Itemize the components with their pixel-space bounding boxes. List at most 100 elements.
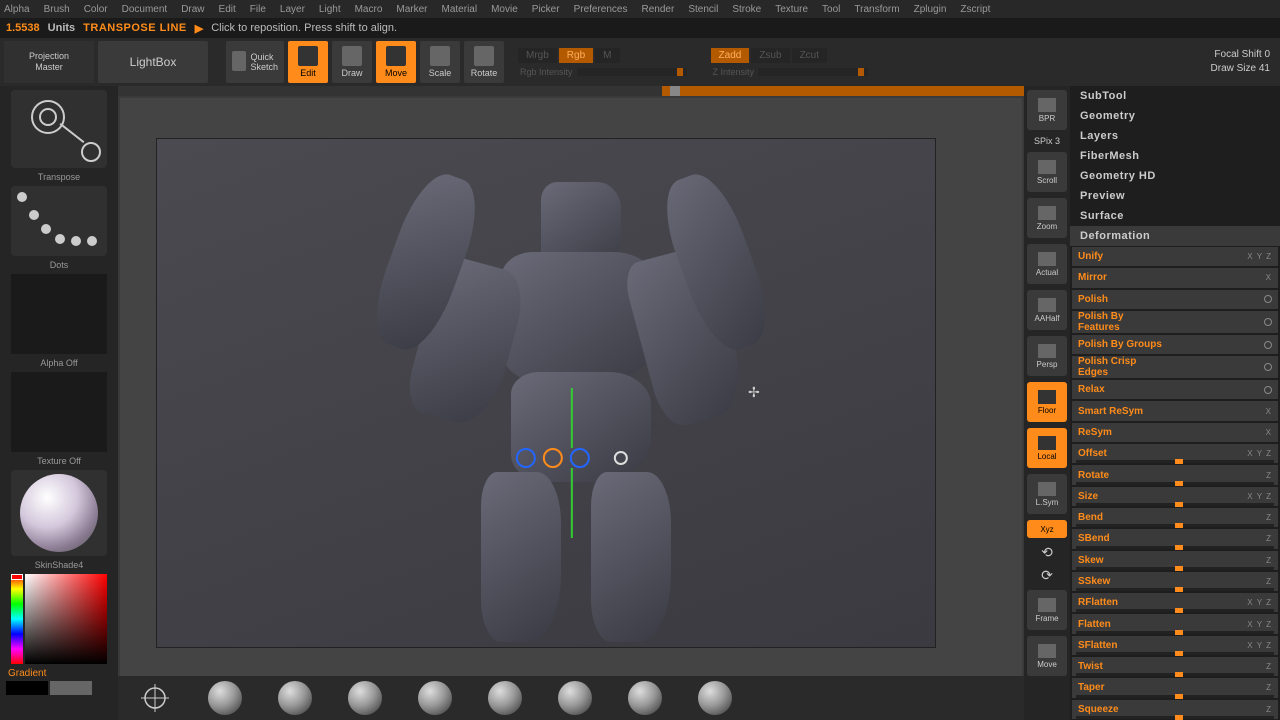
deform-slider[interactable] bbox=[1076, 524, 1274, 527]
deform-slider[interactable] bbox=[1076, 609, 1274, 612]
rgb-button[interactable]: Rgb bbox=[559, 48, 593, 63]
shelf-tool[interactable] bbox=[278, 681, 312, 715]
dot-icon[interactable] bbox=[1264, 363, 1272, 371]
edit-button[interactable]: Edit bbox=[288, 41, 328, 83]
frame-button[interactable]: Frame bbox=[1027, 590, 1067, 630]
menu-material[interactable]: Material bbox=[442, 4, 478, 15]
menu-marker[interactable]: Marker bbox=[396, 4, 427, 15]
shelf-tool[interactable] bbox=[208, 681, 242, 715]
rgb-intensity-slider[interactable] bbox=[577, 68, 687, 76]
menu-document[interactable]: Document bbox=[122, 4, 168, 15]
deform-size[interactable]: SizeX Y Z bbox=[1072, 487, 1278, 506]
shelf-tool[interactable] bbox=[628, 681, 662, 715]
deform-slider[interactable] bbox=[1076, 546, 1274, 549]
hue-bar[interactable] bbox=[11, 574, 23, 664]
menu-macro[interactable]: Macro bbox=[355, 4, 383, 15]
scale-button[interactable]: Scale bbox=[420, 41, 460, 83]
deform-sflatten[interactable]: SFlattenX Y Z bbox=[1072, 636, 1278, 655]
rotate-ccw-icon[interactable]: ⟳ bbox=[1041, 567, 1053, 584]
axis-label[interactable]: X bbox=[1266, 428, 1272, 437]
deform-slider[interactable] bbox=[1076, 716, 1274, 719]
deform-slider[interactable] bbox=[1076, 503, 1274, 506]
move-view-button[interactable]: Move bbox=[1027, 636, 1067, 676]
lsym-button[interactable]: L.Sym bbox=[1027, 474, 1067, 514]
section-fibermesh[interactable]: FiberMesh bbox=[1070, 146, 1280, 166]
material-thumbnail[interactable] bbox=[11, 470, 107, 556]
shelf-tool[interactable] bbox=[418, 681, 452, 715]
m-button[interactable]: M bbox=[595, 48, 619, 63]
deform-slider[interactable] bbox=[1076, 631, 1274, 634]
deform-rotate[interactable]: RotateZ bbox=[1072, 465, 1278, 484]
menu-layer[interactable]: Layer bbox=[280, 4, 305, 15]
deform-smart-resym[interactable]: Smart ReSymX bbox=[1072, 401, 1278, 420]
section-geometry[interactable]: Geometry bbox=[1070, 106, 1280, 126]
spix-label[interactable]: SPix 3 bbox=[1034, 136, 1060, 146]
menu-color[interactable]: Color bbox=[84, 4, 108, 15]
shelf-tool[interactable] bbox=[488, 681, 522, 715]
shelf-tool[interactable] bbox=[698, 681, 732, 715]
axis-label[interactable]: X Y Z bbox=[1247, 598, 1272, 607]
deform-twist[interactable]: TwistZ bbox=[1072, 657, 1278, 676]
canvas-progress-bar[interactable] bbox=[118, 86, 1024, 96]
section-layers[interactable]: Layers bbox=[1070, 126, 1280, 146]
aahalf-button[interactable]: AAHalf bbox=[1027, 290, 1067, 330]
deform-flatten[interactable]: FlattenX Y Z bbox=[1072, 614, 1278, 633]
z-intensity-slider[interactable] bbox=[758, 68, 868, 76]
deform-skew[interactable]: SkewZ bbox=[1072, 551, 1278, 570]
section-preview[interactable]: Preview bbox=[1070, 186, 1280, 206]
deform-slider[interactable] bbox=[1076, 652, 1274, 655]
menu-zplugin[interactable]: Zplugin bbox=[914, 4, 947, 15]
rotate-cw-icon[interactable]: ⟲ bbox=[1041, 544, 1053, 561]
menu-stencil[interactable]: Stencil bbox=[688, 4, 718, 15]
deform-polish-by-groups[interactable]: Polish By Groups bbox=[1072, 335, 1278, 354]
zoom-button[interactable]: Zoom bbox=[1027, 198, 1067, 238]
deform-resym[interactable]: ReSymX bbox=[1072, 423, 1278, 442]
gizmo-ring-blue-2[interactable] bbox=[569, 448, 589, 468]
axis-label[interactable]: X Y Z bbox=[1247, 449, 1272, 458]
persp-button[interactable]: Persp bbox=[1027, 336, 1067, 376]
axis-label[interactable]: X bbox=[1266, 273, 1272, 282]
deform-slider[interactable] bbox=[1076, 673, 1274, 676]
deform-bend[interactable]: BendZ bbox=[1072, 508, 1278, 527]
move-button[interactable]: Move bbox=[376, 41, 416, 83]
menu-file[interactable]: File bbox=[250, 4, 266, 15]
axis-label[interactable]: Z bbox=[1266, 577, 1272, 586]
draw-button[interactable]: Draw bbox=[332, 41, 372, 83]
menu-light[interactable]: Light bbox=[319, 4, 341, 15]
menu-brush[interactable]: Brush bbox=[44, 4, 70, 15]
deform-slider[interactable] bbox=[1076, 588, 1274, 591]
swatch-grey[interactable] bbox=[50, 681, 92, 695]
viewport[interactable]: ✢ bbox=[120, 98, 1022, 718]
deform-rflatten[interactable]: RFlattenX Y Z bbox=[1072, 593, 1278, 612]
brush-thumbnail[interactable] bbox=[11, 90, 107, 168]
transpose-gizmo[interactable] bbox=[514, 448, 628, 468]
axis-label[interactable]: X Y Z bbox=[1247, 641, 1272, 650]
menu-picker[interactable]: Picker bbox=[532, 4, 560, 15]
deform-slider[interactable] bbox=[1076, 482, 1274, 485]
deform-polish-crisp-edges[interactable]: Polish Crisp Edges bbox=[1072, 356, 1278, 378]
axis-label[interactable]: Z bbox=[1266, 513, 1272, 522]
menu-alpha[interactable]: Alpha bbox=[4, 4, 30, 15]
sat-val-square[interactable] bbox=[25, 574, 107, 664]
gradient-button[interactable]: Gradient bbox=[8, 668, 46, 679]
menu-draw[interactable]: Draw bbox=[181, 4, 204, 15]
deform-polish[interactable]: Polish bbox=[1072, 290, 1278, 309]
mrgb-button[interactable]: Mrgb bbox=[518, 48, 557, 63]
deform-unify[interactable]: UnifyX Y Z bbox=[1072, 247, 1278, 266]
swatch-black[interactable] bbox=[6, 681, 48, 695]
axis-label[interactable]: X bbox=[1266, 407, 1272, 416]
shelf-tool[interactable] bbox=[348, 681, 382, 715]
dot-icon[interactable] bbox=[1264, 341, 1272, 349]
section-geometry-hd[interactable]: Geometry HD bbox=[1070, 166, 1280, 186]
gizmo-ring-blue[interactable] bbox=[516, 448, 536, 468]
dot-icon[interactable] bbox=[1264, 318, 1272, 326]
deform-relax[interactable]: Relax bbox=[1072, 380, 1278, 399]
axis-label[interactable]: Z bbox=[1266, 662, 1272, 671]
section-surface[interactable]: Surface bbox=[1070, 206, 1280, 226]
deform-offset[interactable]: OffsetX Y Z bbox=[1072, 444, 1278, 463]
zcut-button[interactable]: Zcut bbox=[792, 48, 827, 63]
color-picker[interactable] bbox=[11, 574, 107, 664]
bpr-button[interactable]: BPR bbox=[1027, 90, 1067, 130]
axis-label[interactable]: X Y Z bbox=[1247, 252, 1272, 261]
projection-master-button[interactable]: Projection Master bbox=[4, 41, 94, 83]
